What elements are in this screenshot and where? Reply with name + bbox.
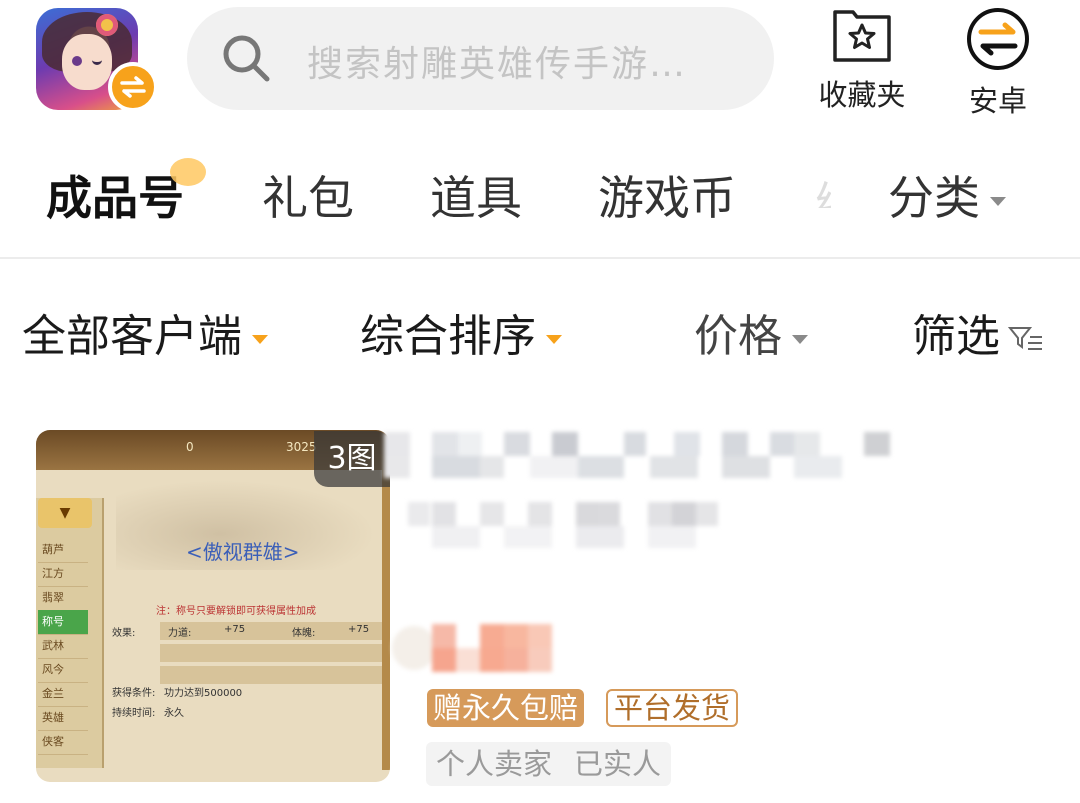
game-sidebar-item: 英雄: [38, 706, 88, 731]
favorites-button[interactable]: 收藏夹: [812, 8, 912, 114]
chevron-down-icon: [792, 334, 808, 344]
game-sidebar-item: 江方: [38, 562, 88, 587]
game-cond-label: 获得条件:: [112, 688, 156, 699]
seller-info-badge: 个人卖家 已实人: [426, 742, 672, 786]
header-divider: [0, 257, 1080, 259]
price-label: 价格: [694, 311, 782, 362]
listing-title-redacted: [384, 432, 890, 478]
game-row-bg: [160, 666, 390, 684]
game-attr2-value: +75: [348, 624, 370, 635]
seller-type-label: 个人卖家: [436, 747, 553, 781]
game-sidebar-item: 葫芦: [38, 538, 88, 563]
game-duration-value: 永久: [164, 708, 184, 719]
search-icon: [223, 35, 270, 82]
game-gold: 3025: [286, 440, 317, 454]
tab-finished-accounts[interactable]: 成品号: [46, 162, 184, 228]
tab-items[interactable]: 道具: [430, 162, 522, 228]
hot-badge-icon: [170, 158, 206, 186]
game-attr1-value: +75: [224, 624, 246, 635]
platform-switch-badge-icon: [108, 62, 158, 112]
game-sidebar-item: 侠客: [38, 730, 88, 755]
game-sidebar-item: 称号: [38, 610, 88, 635]
price-sort-dropdown[interactable]: 价格: [694, 300, 808, 364]
game-note: 注：称号只要解锁即可获得属性加成: [156, 606, 316, 617]
search-placeholder: 搜索射雕英雄传手游…: [307, 44, 688, 85]
game-sidebar: ▼ 葫芦 江方 翡翠 称号 武林 风今 金兰 英雄 侠客: [36, 498, 104, 768]
game-duration-label: 持续时间:: [112, 708, 156, 719]
game-cond-row: 获得条件: 功力达到500000: [108, 684, 390, 704]
client-filter-label: 全部客户端: [22, 311, 242, 362]
star-folder-icon: [833, 10, 891, 62]
client-filter-dropdown[interactable]: 全部客户端: [22, 300, 268, 364]
favorites-label: 收藏夹: [818, 78, 906, 112]
listing-price-redacted: [392, 624, 552, 672]
game-cond-value: 功力达到500000: [164, 688, 243, 699]
app-icon-face: [62, 34, 112, 90]
tab-game-currency[interactable]: 游戏币: [598, 162, 736, 228]
app-icon-eye: [72, 56, 82, 66]
platform-delivery-badge: 平台发货: [606, 689, 739, 727]
game-frame-edge: [382, 470, 390, 770]
listing-subtitle-redacted: [408, 502, 718, 548]
game-sidebar-head: ▼: [38, 498, 92, 528]
sort-dropdown[interactable]: 综合排序: [360, 300, 562, 364]
game-sidebar-item: 金兰: [38, 682, 88, 707]
switch-arrows-icon: [967, 8, 1029, 70]
game-coins: 0: [186, 440, 194, 454]
category-menu-button[interactable]: 分类: [888, 162, 1006, 228]
tab-gift-packs[interactable]: 礼包: [262, 162, 354, 228]
game-duration-row: 持续时间: 永久: [108, 704, 390, 724]
image-count-badge: 3图: [314, 431, 390, 487]
app-icon-flower: [96, 14, 118, 36]
filter-funnel-icon: [1008, 327, 1042, 350]
filter-button[interactable]: 筛选: [912, 300, 1044, 364]
category-menu-label: 分类: [888, 171, 980, 225]
chevron-down-icon: [990, 197, 1006, 206]
chevron-down-icon: [546, 334, 562, 344]
game-attr2-name: 体魄:: [292, 628, 316, 639]
guarantee-badge: 赠永久包赔: [427, 689, 585, 727]
filter-label: 筛选: [912, 311, 1000, 362]
chevron-down-icon: [252, 334, 268, 344]
tab-overflow-fade: 练: [815, 168, 831, 208]
game-sidebar-item: 风今: [38, 658, 88, 683]
platform-label: 安卓: [968, 84, 1027, 118]
sort-label: 综合排序: [360, 311, 536, 362]
seller-verified-label: 已实人: [574, 747, 662, 781]
game-attr1-name: 力道:: [168, 628, 192, 639]
game-row-bg: [160, 644, 390, 662]
game-sidebar-item: 翡翠: [38, 586, 88, 611]
platform-switch-button[interactable]: 安卓: [948, 8, 1048, 120]
game-attr-row: 效果: 力道: +75 体魄: +75: [108, 624, 390, 644]
game-sidebar-item: 武林: [38, 634, 88, 659]
search-input[interactable]: 搜索射雕英雄传手游…: [187, 7, 774, 110]
game-attr-label: 效果:: [112, 628, 136, 639]
game-panel-title: <傲视群雄>: [186, 540, 300, 564]
